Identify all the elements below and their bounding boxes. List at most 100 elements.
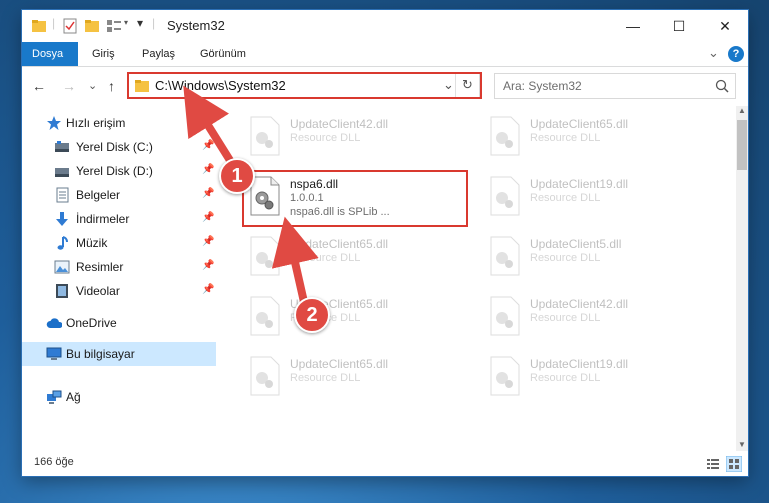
list-item[interactable]: UpdateClient5.dll Resource DLL — [480, 230, 710, 282]
dll-file-icon — [250, 356, 280, 396]
file-name: UpdateClient65.dll — [290, 357, 389, 371]
list-item[interactable]: UpdateClient42.dll Resource DLL — [480, 290, 710, 342]
drive-icon — [55, 141, 69, 152]
dll-file-icon — [250, 296, 280, 336]
large-icons-view-icon[interactable] — [726, 456, 742, 472]
vertical-scrollbar[interactable]: ▲ ▼ — [736, 106, 748, 451]
search-icon[interactable] — [715, 79, 729, 93]
sidebar-item-onedrive[interactable]: OneDrive — [22, 312, 216, 334]
file-description: Resource DLL — [530, 252, 601, 264]
sidebar-item-videos[interactable]: Videolar 📌 — [22, 280, 216, 302]
customize-toolbar-icon[interactable]: ▾ — [124, 18, 128, 27]
address-bar-highlight — [127, 72, 482, 99]
minimize-button[interactable]: — — [610, 10, 656, 42]
list-item[interactable]: UpdateClient65.dll Resource DLL — [240, 290, 470, 342]
forward-button[interactable]: → — [62, 78, 76, 94]
list-item[interactable]: UpdateClient65.dll Resource DLL — [240, 350, 470, 402]
computer-icon — [46, 347, 62, 360]
dll-file-icon — [490, 356, 520, 396]
recent-locations-button[interactable]: ⌄ — [88, 79, 97, 92]
navigation-pane: Hızlı erişim Yerel Disk (C:) 📌 Yerel Dis… — [22, 106, 216, 451]
details-view-icon[interactable] — [706, 457, 720, 471]
folder-icon[interactable] — [31, 18, 47, 34]
window-title: System32 — [167, 18, 225, 33]
tab-view[interactable]: Görünüm — [190, 42, 256, 66]
pin-icon[interactable]: 📌 — [202, 212, 214, 223]
dll-file-icon — [250, 116, 280, 156]
properties-icon[interactable] — [62, 18, 78, 34]
file-description: Resource DLL — [530, 132, 601, 144]
status-bar: 166 öğe — [22, 451, 748, 476]
network-icon — [47, 390, 62, 404]
file-highlight — [242, 170, 468, 227]
view-options-icon[interactable] — [106, 18, 122, 34]
sidebar-item-label: OneDrive — [66, 316, 117, 330]
file-description: Resource DLL — [290, 132, 361, 144]
file-description: Resource DLL — [530, 312, 601, 324]
file-name: UpdateClient65.dll — [530, 117, 629, 131]
step-badge-1: 1 — [219, 158, 255, 194]
pictures-icon — [54, 260, 70, 274]
file-name: UpdateClient42.dll — [290, 117, 389, 131]
dll-file-icon — [490, 236, 520, 276]
tab-share[interactable]: Paylaş — [132, 42, 185, 66]
cloud-icon — [46, 318, 62, 328]
sidebar-item-quick-access[interactable]: Hızlı erişim — [22, 112, 216, 134]
close-button[interactable]: ✕ — [702, 10, 748, 42]
file-list: UpdateClient42.dll Resource DLL UpdateCl… — [218, 106, 736, 451]
sidebar-item-this-pc[interactable]: Bu bilgisayar — [22, 342, 216, 366]
sidebar-item-music[interactable]: Müzik 📌 — [22, 232, 216, 254]
pin-icon[interactable]: 📌 — [202, 260, 214, 271]
pin-icon[interactable]: 📌 — [202, 284, 214, 295]
file-description: Resource DLL — [530, 372, 601, 384]
step-badge-2: 2 — [294, 297, 330, 333]
search-box[interactable]: Ara: System32 — [494, 73, 736, 99]
dll-file-icon — [490, 296, 520, 336]
item-count: 166 öğe — [34, 456, 74, 468]
sidebar-item-pictures[interactable]: Resimler 📌 — [22, 256, 216, 278]
sidebar-item-label: Belgeler — [76, 188, 121, 202]
drive-icon — [55, 168, 69, 177]
pin-icon[interactable]: 📌 — [202, 164, 214, 175]
maximize-button[interactable]: ☐ — [656, 10, 702, 42]
sidebar-item-label: Hızlı erişim — [66, 116, 126, 130]
list-item[interactable]: UpdateClient65.dll Resource DLL — [240, 230, 470, 282]
up-button[interactable]: ↑ — [108, 78, 115, 94]
file-name: UpdateClient19.dll — [530, 357, 629, 371]
file-name: UpdateClient65.dll — [290, 237, 389, 251]
list-item[interactable]: UpdateClient65.dll Resource DLL — [480, 110, 710, 162]
pin-icon[interactable]: 📌 — [202, 188, 214, 199]
sidebar-item-documents[interactable]: Belgeler 📌 — [22, 184, 216, 206]
tab-home[interactable]: Giriş — [82, 42, 125, 66]
new-folder-icon[interactable] — [84, 18, 100, 34]
help-icon[interactable]: ? — [728, 46, 744, 62]
dll-file-icon — [490, 116, 520, 156]
music-icon — [57, 236, 68, 250]
scrollbar-thumb[interactable] — [737, 120, 747, 170]
tab-file[interactable]: Dosya — [22, 42, 78, 66]
scroll-up-icon[interactable]: ▲ — [738, 106, 746, 115]
sidebar-item-local-disk-d[interactable]: Yerel Disk (D:) 📌 — [22, 160, 216, 182]
ribbon-tabs: Dosya Giriş Paylaş Görünüm ⌄ ? — [22, 42, 748, 67]
file-description: Resource DLL — [530, 192, 601, 204]
sidebar-item-label: Yerel Disk (C:) — [76, 140, 153, 154]
sidebar-item-downloads[interactable]: İndirmeler 📌 — [22, 208, 216, 230]
videos-icon — [56, 284, 68, 298]
search-input[interactable]: Ara: System32 — [503, 79, 582, 93]
qat-dropdown-icon[interactable]: ▾ — [137, 16, 143, 30]
sidebar-item-network[interactable]: Ağ — [22, 386, 216, 408]
dll-file-icon — [250, 236, 280, 276]
pin-icon[interactable]: 📌 — [202, 236, 214, 247]
sidebar-item-label: Videolar — [76, 284, 120, 298]
title-bar: | ▾ ▾ | System32 — ☐ ✕ — [22, 10, 748, 42]
back-button[interactable]: ← — [32, 78, 46, 94]
pin-icon[interactable]: 📌 — [202, 140, 214, 151]
scroll-down-icon[interactable]: ▼ — [738, 440, 746, 449]
expand-ribbon-icon[interactable]: ⌄ — [708, 45, 719, 61]
sidebar-item-local-disk-c[interactable]: Yerel Disk (C:) 📌 — [22, 136, 216, 158]
star-icon — [47, 116, 61, 130]
list-item[interactable]: UpdateClient19.dll Resource DLL — [480, 170, 710, 222]
list-item[interactable]: UpdateClient42.dll Resource DLL — [240, 110, 470, 162]
list-item[interactable]: UpdateClient19.dll Resource DLL — [480, 350, 710, 402]
sidebar-item-label: İndirmeler — [76, 212, 130, 226]
